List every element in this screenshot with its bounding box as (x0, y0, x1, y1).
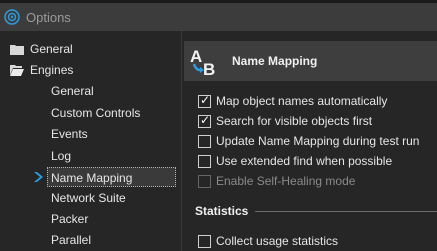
tree-item-engines[interactable]: Engines (8, 60, 178, 80)
tree-item-label: Network Suite (51, 191, 126, 205)
option-extended-find[interactable]: Use extended find when possible (198, 153, 428, 171)
checkbox[interactable] (198, 155, 211, 168)
tree-item-label: Packer (51, 212, 89, 226)
ab-name-mapping-icon: A B (190, 47, 215, 77)
tree-item-events[interactable]: Events (48, 124, 176, 144)
checkbox[interactable] (198, 135, 211, 148)
checkbox[interactable] (198, 235, 211, 248)
option-label: Update Name Mapping during test run (216, 134, 420, 148)
option-self-healing: Enable Self-Healing mode (198, 173, 428, 191)
tree-item-label: General (51, 84, 94, 98)
tree-item-label: Custom Controls (51, 106, 141, 120)
option-collect-usage-statistics[interactable]: Collect usage statistics (198, 233, 428, 251)
window-title: Options (26, 10, 71, 25)
tree-item-engines-general[interactable]: General (48, 81, 176, 101)
panel-title: Name Mapping (232, 54, 318, 68)
title-bar: Options (0, 3, 437, 31)
folder-closed-icon (10, 45, 24, 55)
tree-item-label: Name Mapping (51, 171, 133, 185)
selection-chevron-icon (34, 172, 43, 182)
option-search-visible-first[interactable]: Search for visible objects first (198, 113, 428, 131)
checkbox-checked[interactable] (198, 113, 211, 128)
tree-item-label: Parallel (51, 233, 92, 247)
options-tree: General Engines General Custom Controls … (0, 31, 182, 251)
svg-text:B: B (203, 60, 215, 77)
folder-open-icon (10, 65, 24, 76)
checkbox-checked[interactable] (198, 93, 211, 108)
option-label: Enable Self-Healing mode (216, 174, 356, 188)
tree-item-packer[interactable]: Packer (48, 209, 176, 229)
tree-item-parallel[interactable]: Parallel (48, 230, 176, 250)
tree-item-name-mapping[interactable]: Name Mapping (47, 167, 176, 187)
tree-item-custom-controls[interactable]: Custom Controls (48, 103, 176, 123)
section-title-statistics: Statistics (195, 204, 249, 218)
tree-item-label: Events (51, 127, 88, 141)
panel-header: A B Name Mapping (184, 41, 437, 81)
app-logo-icon (4, 9, 20, 25)
option-update-name-mapping[interactable]: Update Name Mapping during test run (198, 133, 428, 151)
option-map-names-automatically[interactable]: Map object names automatically (198, 93, 428, 111)
tree-item-label: General (30, 42, 73, 56)
tree-item-label: Engines (30, 63, 74, 77)
checkbox-disabled (198, 175, 211, 188)
tree-item-log[interactable]: Log (48, 146, 176, 166)
tree-item-network-suite[interactable]: Network Suite (48, 188, 176, 208)
option-label: Search for visible objects first (216, 114, 373, 128)
tree-item-general[interactable]: General (8, 39, 178, 59)
tree-item-label: Log (51, 149, 72, 163)
option-label: Collect usage statistics (216, 234, 339, 248)
section-divider (255, 211, 437, 212)
option-label: Map object names automatically (216, 94, 388, 108)
svg-text:A: A (190, 47, 202, 66)
settings-panel: A B Name Mapping Map object names automa… (183, 31, 437, 251)
option-label: Use extended find when possible (216, 154, 393, 168)
